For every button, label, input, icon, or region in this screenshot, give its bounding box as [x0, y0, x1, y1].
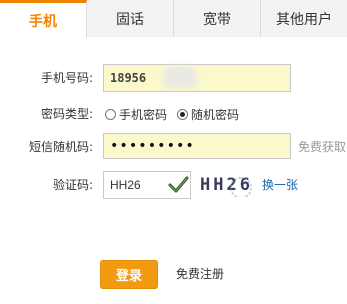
get-sms-code-link[interactable]: 免费获取 [298, 133, 346, 161]
captcha-label: 验证码: [52, 178, 93, 192]
radio-phone-password[interactable]: 手机密码 [105, 106, 167, 123]
password-type-radio-group: 手机密码 随机密码 [105, 100, 245, 128]
login-type-tabs: 手机 固话 宽带 其他用户 [0, 0, 347, 38]
radio-random-password-label: 随机密码 [191, 107, 240, 122]
login-button[interactable]: 登录 [100, 260, 158, 289]
redaction-blur [163, 66, 197, 88]
sms-code-label: 短信随机码: [28, 140, 93, 154]
tab-mobile[interactable]: 手机 [0, 0, 87, 38]
free-register-link[interactable]: 免费注册 [176, 260, 224, 289]
phone-input[interactable]: 18956 [103, 64, 291, 92]
tab-other-users[interactable]: 其他用户 [261, 0, 347, 37]
sms-code-row: 短信随机码: ••••••••• 免费获取 [0, 133, 347, 161]
radio-unchecked-icon[interactable] [105, 108, 116, 120]
password-type-label: 密码类型: [40, 107, 93, 121]
captcha-image[interactable]: HH26 [200, 173, 256, 197]
tab-landline[interactable]: 固话 [87, 0, 174, 37]
sms-code-input[interactable]: ••••••••• [103, 133, 291, 159]
radio-random-password[interactable]: 随机密码 [177, 106, 239, 123]
tab-broadband[interactable]: 宽带 [174, 0, 261, 37]
phone-label: 手机号码: [40, 71, 93, 85]
captcha-noise [230, 177, 252, 197]
radio-checked-icon[interactable] [177, 108, 189, 120]
refresh-captcha-link[interactable]: 换一张 [262, 171, 298, 199]
captcha-row: 验证码: HH26 HH26 换一张 [0, 171, 347, 199]
login-panel: 手机 固话 宽带 其他用户 手机号码: 18956 密码类型: 手机密码 随机密… [0, 0, 347, 304]
password-type-row: 密码类型: 手机密码 随机密码 [0, 100, 347, 128]
check-icon [168, 176, 189, 193]
radio-phone-password-label: 手机密码 [119, 107, 168, 122]
